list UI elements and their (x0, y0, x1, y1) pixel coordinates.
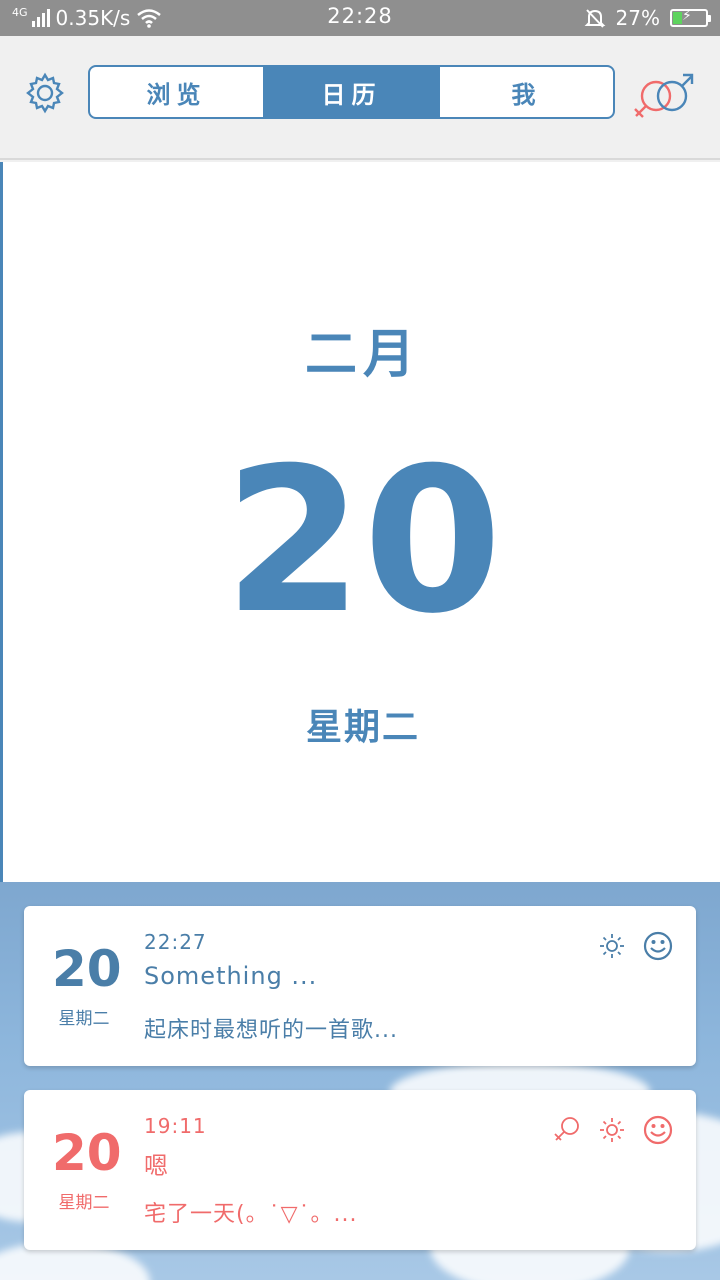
gender-switch-icon[interactable] (630, 66, 700, 126)
calendar-card[interactable]: 二月 20 星期二 (0, 162, 720, 882)
entry-icons (598, 930, 674, 962)
calendar-weekday: 星期二 (305, 707, 420, 748)
calendar-day: 20 (223, 425, 503, 658)
female-icon (554, 1117, 579, 1141)
battery-percent: 27% (615, 6, 660, 30)
tab-browse[interactable]: 浏览 (90, 67, 263, 117)
bell-muted-icon (584, 9, 605, 28)
charging-icon: ⚡ (682, 8, 692, 24)
battery-fill (673, 12, 683, 24)
entry-title: 嗯 (144, 1152, 169, 1180)
top-bar: 浏览 日历 我 (0, 36, 720, 160)
sun-icon (600, 1118, 624, 1142)
smiley-icon (643, 1115, 673, 1145)
status-right: 27% ⚡ (584, 6, 711, 30)
entry-weekday: 星期二 (58, 1009, 110, 1029)
entry-day: 20 (52, 940, 122, 998)
battery-icon: ⚡ (670, 8, 711, 27)
entry-time: 19:11 (144, 1114, 207, 1138)
view-tabs: 浏览 日历 我 (88, 65, 615, 119)
tab-calendar[interactable]: 日历 (263, 67, 438, 117)
tab-me[interactable]: 我 (438, 67, 613, 117)
status-bar: 4G 0.35K/s 22:28 27% ⚡ (0, 0, 720, 36)
diary-entry[interactable]: 20 星期二 22:27 Something ... 起床时最想听的一首歌... (24, 906, 696, 1066)
entry-icons (552, 1114, 674, 1146)
diary-entry[interactable]: 20 星期二 19:11 嗯 宅了一天(。˙▽˙。... (24, 1090, 696, 1250)
calendar-month: 二月 (304, 325, 421, 385)
entry-excerpt: 起床时最想听的一首歌... (144, 1018, 398, 1043)
entry-weekday: 星期二 (58, 1193, 110, 1213)
entry-day: 20 (52, 1124, 122, 1182)
smiley-icon (643, 931, 673, 961)
entry-title: Something ... (144, 962, 318, 990)
sun-icon (600, 934, 624, 958)
entry-time: 22:27 (144, 930, 207, 954)
gear-icon[interactable] (24, 72, 66, 114)
entry-excerpt: 宅了一天(。˙▽˙。... (144, 1202, 358, 1227)
